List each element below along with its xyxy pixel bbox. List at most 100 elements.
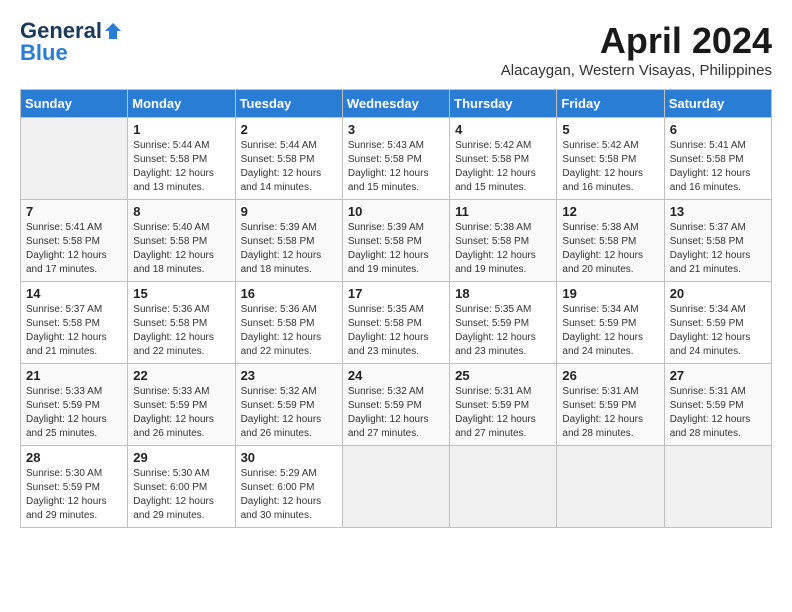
sunset-label: Sunset: 5:59 PM xyxy=(241,400,315,411)
day-number: 22 xyxy=(133,368,229,383)
day-number: 16 xyxy=(241,286,337,301)
day-info: Sunrise: 5:39 AM Sunset: 5:58 PM Dayligh… xyxy=(348,221,444,277)
calendar-day-cell: 14 Sunrise: 5:37 AM Sunset: 5:58 PM Dayl… xyxy=(21,282,128,364)
day-number: 26 xyxy=(562,368,658,383)
calendar-day-cell: 27 Sunrise: 5:31 AM Sunset: 5:59 PM Dayl… xyxy=(664,364,771,446)
day-number: 23 xyxy=(241,368,337,383)
calendar-day-cell xyxy=(557,446,664,528)
sunset-label: Sunset: 5:58 PM xyxy=(26,318,100,329)
day-info: Sunrise: 5:35 AM Sunset: 5:59 PM Dayligh… xyxy=(455,303,551,359)
daylight-label: Daylight: 12 hours and 21 minutes. xyxy=(670,250,751,275)
day-info: Sunrise: 5:32 AM Sunset: 5:59 PM Dayligh… xyxy=(348,385,444,441)
daylight-label: Daylight: 12 hours and 29 minutes. xyxy=(26,496,107,521)
sunrise-label: Sunrise: 5:37 AM xyxy=(670,222,746,233)
daylight-label: Daylight: 12 hours and 25 minutes. xyxy=(26,414,107,439)
day-info: Sunrise: 5:42 AM Sunset: 5:58 PM Dayligh… xyxy=(562,139,658,195)
day-info: Sunrise: 5:43 AM Sunset: 5:58 PM Dayligh… xyxy=(348,139,444,195)
daylight-label: Daylight: 12 hours and 24 minutes. xyxy=(670,332,751,357)
daylight-label: Daylight: 12 hours and 18 minutes. xyxy=(241,250,322,275)
sunrise-label: Sunrise: 5:29 AM xyxy=(241,468,317,479)
calendar-day-cell: 13 Sunrise: 5:37 AM Sunset: 5:58 PM Dayl… xyxy=(664,200,771,282)
day-number: 12 xyxy=(562,204,658,219)
sunrise-label: Sunrise: 5:32 AM xyxy=(241,386,317,397)
day-info: Sunrise: 5:44 AM Sunset: 5:58 PM Dayligh… xyxy=(241,139,337,195)
calendar-day-cell: 2 Sunrise: 5:44 AM Sunset: 5:58 PM Dayli… xyxy=(235,118,342,200)
calendar-day-cell: 26 Sunrise: 5:31 AM Sunset: 5:59 PM Dayl… xyxy=(557,364,664,446)
daylight-label: Daylight: 12 hours and 15 minutes. xyxy=(455,168,536,193)
day-info: Sunrise: 5:31 AM Sunset: 5:59 PM Dayligh… xyxy=(670,385,766,441)
sunset-label: Sunset: 5:58 PM xyxy=(455,236,529,247)
daylight-label: Daylight: 12 hours and 26 minutes. xyxy=(133,414,214,439)
day-number: 27 xyxy=(670,368,766,383)
sunrise-label: Sunrise: 5:31 AM xyxy=(670,386,746,397)
day-info: Sunrise: 5:31 AM Sunset: 5:59 PM Dayligh… xyxy=(455,385,551,441)
sunset-label: Sunset: 5:58 PM xyxy=(670,154,744,165)
sunrise-label: Sunrise: 5:34 AM xyxy=(562,304,638,315)
day-number: 9 xyxy=(241,204,337,219)
sunrise-label: Sunrise: 5:37 AM xyxy=(26,304,102,315)
sunrise-label: Sunrise: 5:34 AM xyxy=(670,304,746,315)
calendar-day-cell: 5 Sunrise: 5:42 AM Sunset: 5:58 PM Dayli… xyxy=(557,118,664,200)
day-info: Sunrise: 5:36 AM Sunset: 5:58 PM Dayligh… xyxy=(241,303,337,359)
calendar-day-cell: 24 Sunrise: 5:32 AM Sunset: 5:59 PM Dayl… xyxy=(342,364,449,446)
day-info: Sunrise: 5:44 AM Sunset: 5:58 PM Dayligh… xyxy=(133,139,229,195)
day-number: 6 xyxy=(670,122,766,137)
daylight-label: Daylight: 12 hours and 15 minutes. xyxy=(348,168,429,193)
day-number: 10 xyxy=(348,204,444,219)
sunset-label: Sunset: 5:58 PM xyxy=(241,318,315,329)
day-info: Sunrise: 5:30 AM Sunset: 6:00 PM Dayligh… xyxy=(133,467,229,523)
daylight-label: Daylight: 12 hours and 19 minutes. xyxy=(348,250,429,275)
daylight-label: Daylight: 12 hours and 28 minutes. xyxy=(670,414,751,439)
day-info: Sunrise: 5:36 AM Sunset: 5:58 PM Dayligh… xyxy=(133,303,229,359)
sunrise-label: Sunrise: 5:32 AM xyxy=(348,386,424,397)
calendar-day-cell: 6 Sunrise: 5:41 AM Sunset: 5:58 PM Dayli… xyxy=(664,118,771,200)
calendar-day-cell xyxy=(21,118,128,200)
daylight-label: Daylight: 12 hours and 29 minutes. xyxy=(133,496,214,521)
calendar-day-cell: 1 Sunrise: 5:44 AM Sunset: 5:58 PM Dayli… xyxy=(128,118,235,200)
sunset-label: Sunset: 5:59 PM xyxy=(455,318,529,329)
sunrise-label: Sunrise: 5:31 AM xyxy=(562,386,638,397)
calendar-header-cell: Friday xyxy=(557,90,664,118)
sunrise-label: Sunrise: 5:33 AM xyxy=(133,386,209,397)
day-number: 4 xyxy=(455,122,551,137)
calendar-week-row: 1 Sunrise: 5:44 AM Sunset: 5:58 PM Dayli… xyxy=(21,118,772,200)
calendar-day-cell: 11 Sunrise: 5:38 AM Sunset: 5:58 PM Dayl… xyxy=(450,200,557,282)
sunset-label: Sunset: 5:58 PM xyxy=(133,236,207,247)
calendar-header-cell: Saturday xyxy=(664,90,771,118)
sunset-label: Sunset: 6:00 PM xyxy=(241,482,315,493)
sunset-label: Sunset: 5:58 PM xyxy=(241,154,315,165)
sunset-label: Sunset: 5:59 PM xyxy=(455,400,529,411)
daylight-label: Daylight: 12 hours and 28 minutes. xyxy=(562,414,643,439)
sunrise-label: Sunrise: 5:36 AM xyxy=(133,304,209,315)
calendar-day-cell: 17 Sunrise: 5:35 AM Sunset: 5:58 PM Dayl… xyxy=(342,282,449,364)
sunrise-label: Sunrise: 5:39 AM xyxy=(348,222,424,233)
day-info: Sunrise: 5:34 AM Sunset: 5:59 PM Dayligh… xyxy=(562,303,658,359)
sunrise-label: Sunrise: 5:35 AM xyxy=(348,304,424,315)
calendar-day-cell: 19 Sunrise: 5:34 AM Sunset: 5:59 PM Dayl… xyxy=(557,282,664,364)
calendar-day-cell: 12 Sunrise: 5:38 AM Sunset: 5:58 PM Dayl… xyxy=(557,200,664,282)
daylight-label: Daylight: 12 hours and 27 minutes. xyxy=(348,414,429,439)
sunset-label: Sunset: 5:59 PM xyxy=(670,318,744,329)
sunset-label: Sunset: 5:58 PM xyxy=(562,154,636,165)
day-info: Sunrise: 5:42 AM Sunset: 5:58 PM Dayligh… xyxy=(455,139,551,195)
day-number: 11 xyxy=(455,204,551,219)
day-info: Sunrise: 5:31 AM Sunset: 5:59 PM Dayligh… xyxy=(562,385,658,441)
daylight-label: Daylight: 12 hours and 14 minutes. xyxy=(241,168,322,193)
logo: General Blue xyxy=(20,20,124,64)
daylight-label: Daylight: 12 hours and 19 minutes. xyxy=(455,250,536,275)
month-title: April 2024 xyxy=(501,20,772,62)
daylight-label: Daylight: 12 hours and 23 minutes. xyxy=(455,332,536,357)
day-info: Sunrise: 5:34 AM Sunset: 5:59 PM Dayligh… xyxy=(670,303,766,359)
sunrise-label: Sunrise: 5:36 AM xyxy=(241,304,317,315)
day-number: 7 xyxy=(26,204,122,219)
daylight-label: Daylight: 12 hours and 18 minutes. xyxy=(133,250,214,275)
day-number: 19 xyxy=(562,286,658,301)
sunset-label: Sunset: 5:58 PM xyxy=(133,318,207,329)
sunrise-label: Sunrise: 5:38 AM xyxy=(455,222,531,233)
sunrise-label: Sunrise: 5:30 AM xyxy=(133,468,209,479)
day-info: Sunrise: 5:29 AM Sunset: 6:00 PM Dayligh… xyxy=(241,467,337,523)
subtitle: Alacaygan, Western Visayas, Philippines xyxy=(501,62,772,79)
calendar-header-cell: Sunday xyxy=(21,90,128,118)
sunset-label: Sunset: 5:59 PM xyxy=(26,482,100,493)
day-number: 15 xyxy=(133,286,229,301)
